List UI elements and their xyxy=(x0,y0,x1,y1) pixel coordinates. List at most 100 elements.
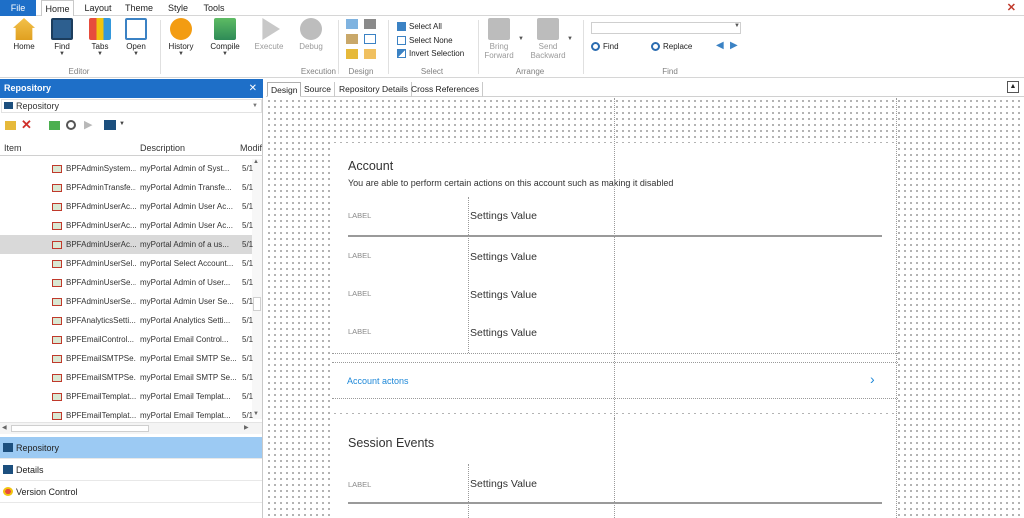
nav-item-version-control[interactable]: Version Control xyxy=(0,481,262,503)
play-icon[interactable]: ▶ xyxy=(84,118,92,131)
scroll-up-icon[interactable]: ▲ xyxy=(253,159,259,165)
folder-icon[interactable] xyxy=(5,121,16,130)
column-divider xyxy=(468,464,469,518)
send-backward-button[interactable]: Send Backward xyxy=(528,18,568,60)
column-header-item[interactable]: Item xyxy=(4,143,22,153)
delete-icon[interactable]: ✕ xyxy=(21,117,32,133)
chevron-down-icon: ▼ xyxy=(178,51,184,57)
vertical-scrollbar[interactable]: ▲ ▼ xyxy=(252,159,262,419)
replace-button[interactable]: Replace xyxy=(651,41,692,53)
search-icon[interactable] xyxy=(66,120,76,130)
repository-combo[interactable]: Repository ▼ xyxy=(1,99,262,113)
table-row[interactable]: BPFEmailSMTPSe... myPortal Email SMTP Se.… xyxy=(0,349,253,368)
menu-tab-style[interactable]: Style xyxy=(164,0,192,16)
table-row[interactable]: BPFAdminSystem... myPortal Admin of Syst.… xyxy=(0,159,253,178)
execute-button[interactable]: Execute xyxy=(252,18,286,51)
table-row[interactable]: BPFEmailTemplat... myPortal Email Templat… xyxy=(0,406,253,425)
find-label: Find xyxy=(603,42,619,51)
design-puzzle-icon[interactable] xyxy=(346,34,358,44)
table-row[interactable]: BPFAdminTransfe... myPortal Admin Transfe… xyxy=(0,178,253,197)
row-item-description: myPortal Select Account... xyxy=(140,259,234,268)
table-row[interactable]: BPFEmailControl... myPortal Email Control… xyxy=(0,330,253,349)
close-panel-icon[interactable]: ✕ xyxy=(249,79,257,98)
table-row[interactable]: BPFAdminUserAc... myPortal Admin of a us.… xyxy=(0,235,253,254)
chevron-down-icon[interactable]: ▼ xyxy=(567,36,573,42)
design-form-icon[interactable] xyxy=(364,34,376,44)
scroll-right-icon[interactable]: ▶ xyxy=(244,424,249,431)
table-row[interactable]: BPFAdminUserAc... myPortal Admin User Ac.… xyxy=(0,216,253,235)
menu-tab-layout[interactable]: Layout xyxy=(80,0,116,16)
repository-combo-value: Repository xyxy=(16,101,60,111)
compile-icon xyxy=(214,18,236,40)
tab-source[interactable]: Source xyxy=(301,82,335,97)
table-row[interactable]: BPFEmailSMTPSe... myPortal Email SMTP Se.… xyxy=(0,368,253,387)
chevron-down-icon[interactable]: ▼ xyxy=(734,23,740,29)
table-row[interactable]: BPFAdminUserAc... myPortal Admin User Ac.… xyxy=(0,197,253,216)
horizontal-scroll-thumb[interactable] xyxy=(11,425,149,432)
tab-cross-references[interactable]: Cross References xyxy=(408,82,484,97)
repository-panel-title: Repository xyxy=(0,79,263,98)
form-icon xyxy=(52,393,62,401)
menu-tab-home[interactable]: Home xyxy=(41,0,74,17)
monitor-icon[interactable] xyxy=(104,120,116,130)
compile-dropdown-button[interactable]: Compile ▼ xyxy=(206,18,244,57)
navigation-panel: Repository Details Version Control xyxy=(0,437,263,518)
history-dropdown-button[interactable]: History ▼ xyxy=(164,18,198,57)
design-tools-icon[interactable] xyxy=(364,19,376,29)
row-item-modified: 5/1 xyxy=(242,316,254,325)
menu-tab-theme[interactable]: Theme xyxy=(122,0,156,16)
scroll-thumb[interactable] xyxy=(253,297,261,311)
repository-table-header: Item Description Modif xyxy=(0,140,263,156)
import-icon[interactable] xyxy=(49,121,60,130)
chevron-down-icon[interactable]: ▼ xyxy=(518,36,524,42)
tabs-button-label: Tabs xyxy=(91,42,109,51)
select-all-button[interactable]: Select All xyxy=(397,21,442,33)
table-row[interactable]: BPFAdminUserSel... myPortal Select Accoun… xyxy=(0,254,253,273)
close-icon[interactable]: ✕ xyxy=(1007,1,1016,14)
session-row-label: LABEL xyxy=(348,480,372,489)
design-canvas[interactable]: Account You are able to perform certain … xyxy=(266,98,1024,518)
find-search-input[interactable] xyxy=(591,22,741,34)
bring-forward-button[interactable]: Bring Forward xyxy=(482,18,516,60)
previous-arrow-icon[interactable]: ◀ xyxy=(716,40,724,51)
row-item-name: BPFEmailTemplat... xyxy=(66,392,136,401)
nav-item-repository[interactable]: Repository xyxy=(0,437,262,459)
next-arrow-icon[interactable]: ▶ xyxy=(730,40,738,51)
column-header-description[interactable]: Description xyxy=(140,143,185,153)
row-separator xyxy=(332,353,898,354)
table-row[interactable]: BPFAnalyticsSetti... myPortal Analytics S… xyxy=(0,311,254,330)
find-dropdown-button[interactable]: Find ▼ xyxy=(46,18,78,57)
invert-selection-button[interactable]: Invert Selection xyxy=(397,48,464,60)
tab-design[interactable]: Design xyxy=(267,82,302,97)
find-button[interactable]: Find xyxy=(591,41,619,53)
table-row[interactable]: BPFAdminUserSe... myPortal Admin of User.… xyxy=(0,273,253,292)
menu-tab-tools[interactable]: Tools xyxy=(198,0,230,16)
scroll-down-icon[interactable]: ▼ xyxy=(253,411,259,417)
bring-forward-icon xyxy=(488,18,510,40)
tab-repository-details[interactable]: Repository Details xyxy=(336,82,412,97)
bring-forward-label-2: Forward xyxy=(484,51,514,60)
select-none-button[interactable]: Select None xyxy=(397,35,453,47)
column-header-modified[interactable]: Modif xyxy=(240,143,262,153)
table-row[interactable]: BPFAdminUserSe... myPortal Admin User Se.… xyxy=(0,292,253,311)
chevron-down-icon[interactable]: ▼ xyxy=(119,121,125,127)
collapse-icon[interactable]: ▲ xyxy=(1007,81,1019,93)
select-all-icon xyxy=(397,22,406,32)
open-dropdown-button[interactable]: Open ▼ xyxy=(120,18,152,57)
chevron-down-icon: ▼ xyxy=(59,51,65,57)
row-item-name: BPFAdminUserAc... xyxy=(66,221,136,230)
design-grid-icon[interactable] xyxy=(346,19,358,29)
nav-item-details[interactable]: Details xyxy=(0,459,262,481)
scroll-left-icon[interactable]: ◀ xyxy=(2,424,7,431)
debug-button[interactable]: Debug xyxy=(294,18,328,51)
design-folder-icon[interactable] xyxy=(346,49,358,59)
menu-file[interactable]: File xyxy=(0,0,36,16)
table-row[interactable]: BPFEmailTemplat... myPortal Email Templat… xyxy=(0,387,253,406)
design-pencil-icon[interactable] xyxy=(364,49,376,59)
row-separator xyxy=(348,502,882,504)
chevron-right-icon[interactable]: › xyxy=(870,371,875,387)
home-button[interactable]: Home xyxy=(8,18,40,51)
row-item-name: BPFEmailSMTPSe... xyxy=(66,373,136,382)
account-actions-link[interactable]: Account actons xyxy=(347,376,409,386)
tabs-dropdown-button[interactable]: Tabs ▼ xyxy=(84,18,116,57)
